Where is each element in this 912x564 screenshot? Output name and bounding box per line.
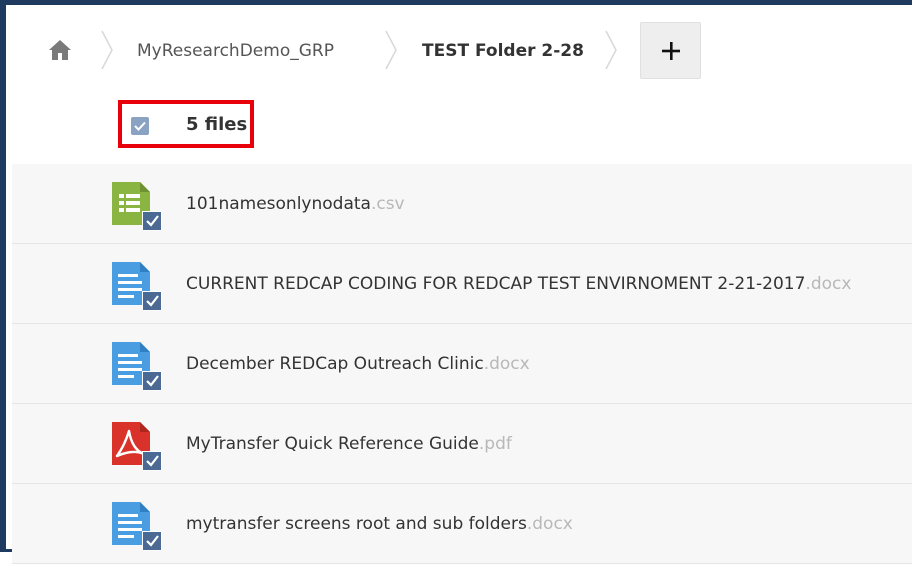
chevron-right-icon xyxy=(101,30,113,70)
file-name[interactable]: mytransfer screens root and sub folders.… xyxy=(186,513,573,535)
select-all-checkbox[interactable] xyxy=(131,117,149,135)
document-icon xyxy=(112,262,162,311)
file-row[interactable]: CURRENT REDCAP CODING FOR REDCAP TEST EN… xyxy=(12,244,912,324)
plus-icon xyxy=(661,41,680,60)
document-icon xyxy=(112,342,162,391)
file-extension: .docx xyxy=(526,514,573,534)
file-basename: MyTransfer Quick Reference Guide xyxy=(186,434,479,454)
file-extension: .docx xyxy=(483,354,530,374)
selection-bar: 5 files xyxy=(12,90,912,164)
file-basename: CURRENT REDCAP CODING FOR REDCAP TEST EN… xyxy=(186,274,806,294)
file-row[interactable]: mytransfer screens root and sub folders.… xyxy=(12,484,912,564)
file-name[interactable]: CURRENT REDCAP CODING FOR REDCAP TEST EN… xyxy=(186,273,851,295)
file-row[interactable]: December REDCap Outreach Clinic.docx xyxy=(12,324,912,404)
file-list: 101namesonlynodata.csv CURRENT REDCAP CO… xyxy=(12,164,912,564)
selected-files-count: 5 files xyxy=(186,114,248,135)
file-basename: mytransfer screens root and sub folders xyxy=(186,514,527,534)
checkmark-icon xyxy=(134,121,146,131)
chevron-right-icon xyxy=(385,30,397,70)
chevron-right-icon xyxy=(605,30,617,70)
home-icon[interactable] xyxy=(48,39,72,61)
file-row[interactable]: MyTransfer Quick Reference Guide.pdf xyxy=(12,404,912,484)
file-name[interactable]: MyTransfer Quick Reference Guide.pdf xyxy=(186,433,512,455)
spreadsheet-icon xyxy=(112,182,162,231)
file-name[interactable]: December REDCap Outreach Clinic.docx xyxy=(186,353,530,375)
file-basename: 101namesonlynodata xyxy=(186,194,371,214)
file-name[interactable]: 101namesonlynodata.csv xyxy=(186,193,405,215)
breadcrumb-item-current-folder[interactable]: TEST Folder 2-28 xyxy=(422,40,584,62)
file-browser: MyResearchDemo_GRP TEST Folder 2-28 5 fi… xyxy=(12,10,912,564)
pdf-icon xyxy=(112,422,162,471)
file-basename: December REDCap Outreach Clinic xyxy=(186,354,484,374)
file-row[interactable]: 101namesonlynodata.csv xyxy=(12,164,912,244)
document-icon xyxy=(112,502,162,551)
file-extension: .pdf xyxy=(478,434,512,454)
file-extension: .docx xyxy=(805,274,852,294)
window-frame: MyResearchDemo_GRP TEST Folder 2-28 5 fi… xyxy=(0,0,912,564)
add-button[interactable] xyxy=(640,22,701,79)
breadcrumb-item-group[interactable]: MyResearchDemo_GRP xyxy=(137,40,334,62)
breadcrumb: MyResearchDemo_GRP TEST Folder 2-28 xyxy=(12,10,912,90)
file-extension: .csv xyxy=(370,194,405,214)
